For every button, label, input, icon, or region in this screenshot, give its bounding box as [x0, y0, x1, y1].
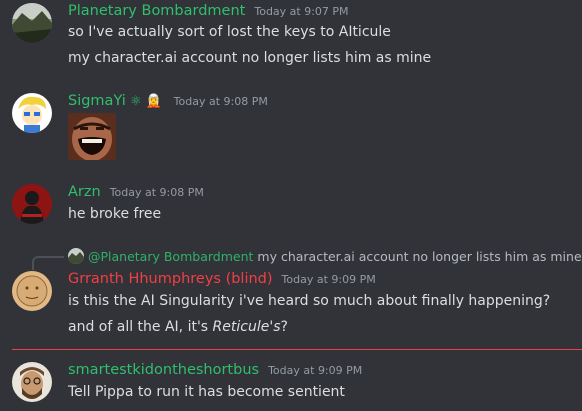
message-text: Tell Pippa to run it has become sentient: [68, 384, 345, 400]
reply-mention[interactable]: @Planetary Bombardment: [88, 249, 253, 264]
author-name[interactable]: smartestkidontheshortbus: [68, 362, 259, 378]
avatar-planetary-bombardment[interactable]: [12, 3, 52, 43]
message-timestamp[interactable]: Today at 9:08 PM: [110, 186, 204, 199]
reply-avatar: [68, 248, 84, 264]
avatar-grranth[interactable]: [12, 271, 52, 311]
message-timestamp[interactable]: Today at 9:07 PM: [254, 5, 348, 18]
text-segment: and of all the AI, it's: [68, 319, 213, 335]
landscape-icon: [12, 3, 52, 43]
message-timestamp[interactable]: Today at 9:08 PM: [174, 95, 268, 108]
message-timestamp[interactable]: Today at 9:09 PM: [282, 273, 376, 286]
image-attachment[interactable]: [68, 113, 116, 160]
message-text: is this the AI Singularity i've heard so…: [68, 293, 551, 309]
author-name[interactable]: Planetary Bombardment: [68, 3, 245, 19]
author-name[interactable]: SigmaYi: [68, 93, 126, 109]
reply-connector: [32, 256, 64, 270]
chat-log: Planetary Bombardment Today at 9:07 PM s…: [0, 0, 582, 411]
reply-preview[interactable]: @Planetary Bombardment my character.ai a…: [68, 248, 582, 264]
author-name[interactable]: Arzn: [68, 184, 101, 200]
sketched-face-icon: [12, 271, 52, 311]
message-text: my character.ai account no longer lists …: [68, 50, 432, 66]
dark-figure-icon: [12, 184, 52, 224]
cartoon-face-icon: [12, 93, 52, 133]
laughing-face-image: [68, 113, 116, 160]
landscape-icon: [68, 248, 84, 264]
atom-badge-icon: ⚛: [129, 94, 142, 109]
message-text: and of all the AI, it's Reticule's?: [68, 319, 288, 335]
message-text: he broke free: [68, 206, 162, 222]
avatar-arzn[interactable]: [12, 184, 52, 224]
author-name[interactable]: Grranth Hhumphreys (blind): [68, 271, 273, 287]
new-messages-divider: [12, 349, 582, 350]
elf-badge-icon: 🧝: [145, 94, 162, 109]
avatar-sigmayi[interactable]: [12, 93, 52, 133]
reply-text: my character.ai account no longer lists …: [257, 248, 582, 264]
italic-text: Reticule's: [212, 319, 281, 335]
avatar-smartestkid[interactable]: [12, 362, 52, 402]
text-segment: ?: [280, 319, 288, 335]
bearded-face-icon: [12, 362, 52, 402]
message-text: so I've actually sort of lost the keys t…: [68, 24, 391, 40]
message-timestamp[interactable]: Today at 9:09 PM: [268, 364, 362, 377]
